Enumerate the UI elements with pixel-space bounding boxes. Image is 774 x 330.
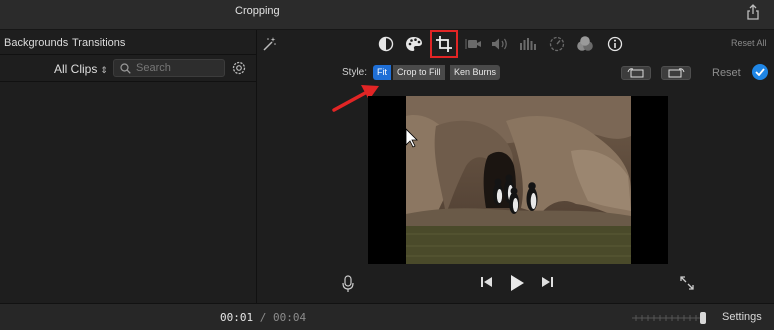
video-frame-image [406, 96, 631, 264]
timeline-header: 00:01 / 00:04 Settings [0, 303, 774, 330]
timeline-zoom-slider[interactable] [632, 312, 708, 324]
title-bar: Cropping [0, 0, 774, 30]
play-button[interactable] [509, 274, 525, 292]
settings-button[interactable]: Settings [722, 311, 762, 323]
clip-filter-dropdown[interactable]: All Clips ⇕ [54, 62, 108, 76]
noise-reduction-equalizer-icon[interactable] [517, 33, 539, 55]
crop-style-label: Style: [342, 67, 368, 78]
volume-icon[interactable] [489, 33, 511, 55]
microphone-icon[interactable] [342, 275, 354, 296]
crop-style-crop-to-fill-button[interactable]: Crop to Fill [393, 65, 445, 80]
color-correction-icon[interactable] [403, 33, 425, 55]
browser-tabs: Backgrounds Transitions [0, 30, 257, 55]
speed-icon[interactable] [546, 33, 568, 55]
video-preview[interactable] [368, 96, 668, 264]
crop-style-ken-burns-button[interactable]: Ken Burns [450, 65, 501, 80]
clip-info-icon[interactable] [604, 33, 626, 55]
color-balance-icon[interactable] [375, 33, 397, 55]
play-icon [511, 275, 524, 291]
search-box[interactable] [113, 59, 225, 77]
total-duration: 00:04 [273, 311, 307, 324]
rotate-clockwise-button[interactable] [661, 66, 691, 80]
reset-all-button[interactable]: Reset All [731, 38, 767, 48]
clip-filter-label: All Clips [54, 62, 98, 76]
skip-forward-button[interactable] [540, 276, 554, 288]
share-icon[interactable] [746, 4, 760, 20]
apply-checkmark-button[interactable] [752, 64, 768, 80]
time-separator: / [259, 311, 267, 324]
playhead-timecode: 00:01 / 00:04 [220, 311, 306, 324]
rotate-right-icon [668, 68, 685, 78]
stabilization-icon[interactable] [463, 33, 485, 55]
search-icon [120, 63, 131, 74]
video-overlay-icon[interactable] [574, 33, 596, 55]
current-time: 00:01 [220, 311, 254, 324]
tab-backgrounds[interactable]: Backgrounds [4, 37, 68, 49]
gear-icon[interactable] [231, 60, 247, 79]
media-browser: Backgrounds Transitions All Clips ⇕ [0, 30, 257, 303]
reset-button[interactable]: Reset [712, 67, 741, 79]
skip-forward-icon [542, 277, 553, 287]
rotate-counterclockwise-button[interactable] [621, 66, 651, 80]
crop-icon[interactable] [430, 30, 458, 58]
tab-transitions[interactable]: Transitions [72, 37, 125, 49]
window-title: Cropping [235, 5, 280, 17]
skip-back-icon [481, 277, 492, 287]
viewer-panel: Reset All Style: Fit Crop to Fill Ken Bu… [258, 30, 774, 303]
crop-style-fit-button[interactable]: Fit [373, 65, 391, 80]
fullscreen-icon[interactable] [679, 275, 695, 294]
rotate-left-icon [627, 68, 644, 78]
browser-filter-bar: All Clips ⇕ [0, 55, 257, 82]
magic-wand-icon[interactable] [258, 33, 280, 55]
skip-back-button[interactable] [480, 276, 494, 288]
chevron-updown-icon: ⇕ [100, 65, 108, 75]
search-input[interactable] [136, 61, 222, 75]
checkmark-icon [755, 68, 765, 76]
